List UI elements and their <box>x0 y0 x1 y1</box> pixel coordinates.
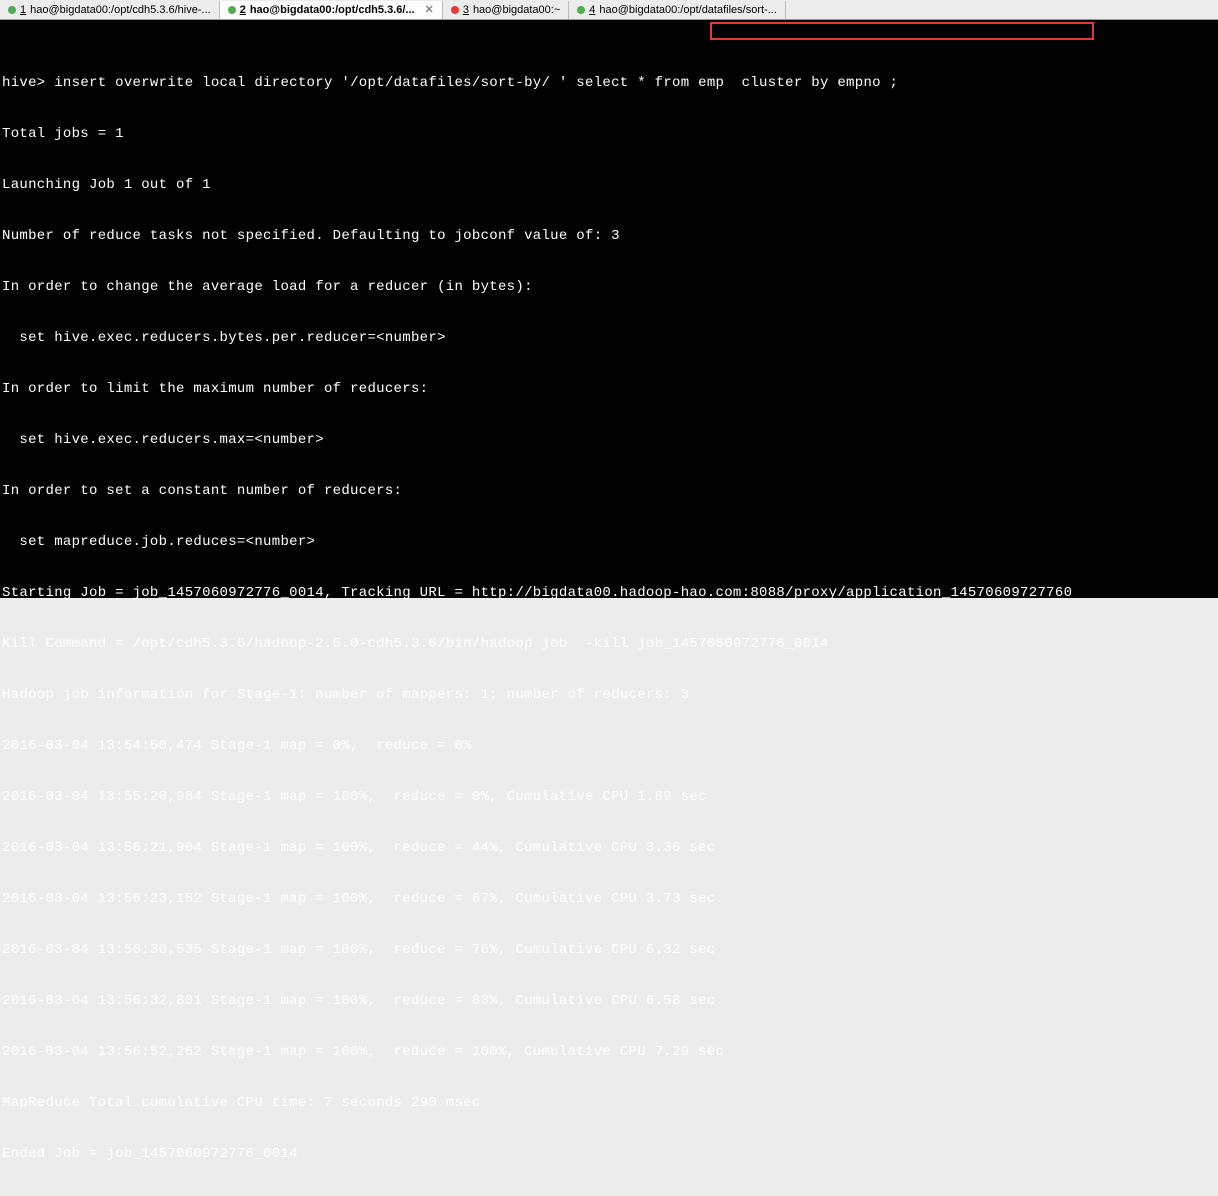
output-line: Hadoop job information for Stage-1: numb… <box>2 687 1216 704</box>
close-icon[interactable]: ✕ <box>425 3 434 16</box>
hive-prompt: hive> <box>2 75 54 91</box>
hive-command: insert overwrite local directory '/opt/d… <box>54 75 898 91</box>
tab-2[interactable]: 2 hao@bigdata00:/opt/cdh5.3.6/... ✕ <box>220 1 443 19</box>
tab-number: 3 <box>463 4 469 16</box>
tab-label: hao@bigdata00:/opt/cdh5.3.6/hive-... <box>30 4 211 16</box>
status-dot-icon <box>8 6 16 14</box>
tab-label: hao@bigdata00:/opt/cdh5.3.6/... <box>250 4 415 16</box>
output-line: 2016-03-04 13:55:20,984 Stage-1 map = 10… <box>2 789 1216 806</box>
tab-3[interactable]: 3 hao@bigdata00:~ <box>443 1 569 19</box>
tab-number: 1 <box>20 4 26 16</box>
output-line: Launching Job 1 out of 1 <box>2 177 1216 194</box>
tab-4[interactable]: 4 hao@bigdata00:/opt/datafiles/sort-... <box>569 1 786 19</box>
terminal[interactable]: hive> insert overwrite local directory '… <box>0 20 1218 598</box>
output-line: Ended Job = job_1457060972776_0014 <box>2 1146 1216 1163</box>
output-line: set hive.exec.reducers.max=<number> <box>2 432 1216 449</box>
output-line: Kill Command = /opt/cdh5.3.6/hadoop-2.5.… <box>2 636 1216 653</box>
output-line: 2016-03-04 13:56:23,152 Stage-1 map = 10… <box>2 891 1216 908</box>
output-line: 2016-03-04 13:56:32,801 Stage-1 map = 10… <box>2 993 1216 1010</box>
output-line: set hive.exec.reducers.bytes.per.reducer… <box>2 330 1216 347</box>
output-line: 2016-03-04 13:56:30,535 Stage-1 map = 10… <box>2 942 1216 959</box>
tab-bar: 1 hao@bigdata00:/opt/cdh5.3.6/hive-... 2… <box>0 0 1218 20</box>
output-line: In order to limit the maximum number of … <box>2 381 1216 398</box>
output-line: set mapreduce.job.reduces=<number> <box>2 534 1216 551</box>
tab-1[interactable]: 1 hao@bigdata00:/opt/cdh5.3.6/hive-... <box>0 1 220 19</box>
output-line: 2016-03-04 13:54:50,474 Stage-1 map = 0%… <box>2 738 1216 755</box>
tab-label: hao@bigdata00:/opt/datafiles/sort-... <box>599 4 777 16</box>
output-line: MapReduce Total cumulative CPU time: 7 s… <box>2 1095 1216 1112</box>
status-dot-icon <box>577 6 585 14</box>
tab-number: 2 <box>240 4 246 16</box>
output-line: In order to change the average load for … <box>2 279 1216 296</box>
status-dot-icon <box>451 6 459 14</box>
status-dot-icon <box>228 6 236 14</box>
output-line: 2016-03-04 13:56:21,904 Stage-1 map = 10… <box>2 840 1216 857</box>
output-line: Total jobs = 1 <box>2 126 1216 143</box>
output-line: Number of reduce tasks not specified. De… <box>2 228 1216 245</box>
output-line: In order to set a constant number of red… <box>2 483 1216 500</box>
tab-label: hao@bigdata00:~ <box>473 4 560 16</box>
output-line: Starting Job = job_1457060972776_0014, T… <box>2 585 1216 602</box>
output-line: 2016-03-04 13:56:52,262 Stage-1 map = 10… <box>2 1044 1216 1061</box>
tab-number: 4 <box>589 4 595 16</box>
highlight-annotation <box>710 22 1094 40</box>
